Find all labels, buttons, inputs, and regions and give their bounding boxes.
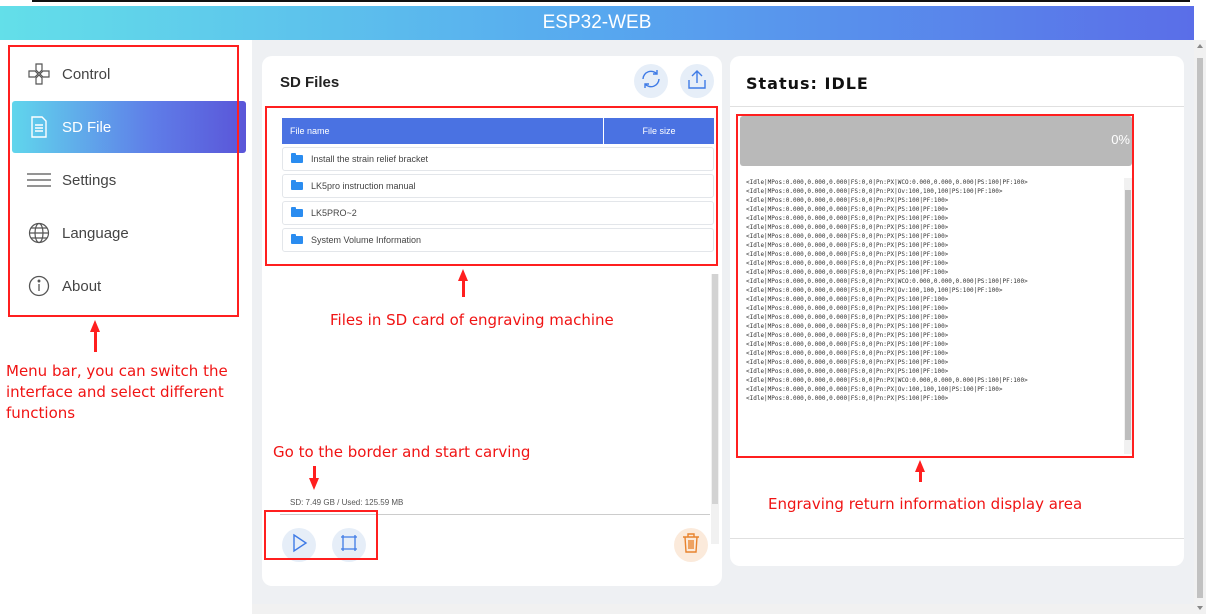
refresh-icon — [640, 68, 662, 95]
scroll-down-arrow[interactable] — [1197, 606, 1203, 610]
annotation-box-files — [265, 106, 718, 266]
trash-icon — [681, 532, 701, 559]
annotation-box-carving — [264, 510, 378, 560]
annotation-files-text: Files in SD card of engraving machine — [330, 311, 614, 329]
upload-icon — [686, 68, 708, 95]
scroll-thumb[interactable] — [1197, 58, 1203, 598]
scroll-up-arrow[interactable] — [1197, 44, 1203, 48]
annotation-line: functions — [6, 404, 76, 422]
annotation-box-menu — [8, 45, 239, 317]
status-title: Status: IDLE — [746, 74, 869, 93]
page-scrollbar[interactable] — [1194, 40, 1206, 614]
annotation-carving-text: Go to the border and start carving — [273, 443, 531, 461]
annotation-log-text: Engraving return information display are… — [768, 495, 1083, 513]
top-rule — [32, 0, 1190, 2]
page: ESP32-WEB Control SD File Settings Langu… — [0, 0, 1206, 614]
scroll-thumb[interactable] — [712, 274, 718, 504]
files-scrollbar[interactable] — [711, 274, 719, 544]
refresh-button[interactable] — [634, 64, 668, 98]
divider — [730, 538, 1184, 539]
app-title: ESP32-WEB — [542, 12, 652, 33]
annotation-menu-text: Menu bar, you can switch the interface a… — [6, 361, 228, 424]
annotation-arrow — [309, 478, 319, 490]
annotation-box-log — [736, 114, 1134, 458]
upload-button[interactable] — [680, 64, 714, 98]
panel-title: SD Files — [280, 74, 340, 91]
divider — [730, 106, 1184, 107]
annotation-line: interface and select different — [6, 383, 224, 401]
annotation-arrow-stem — [462, 279, 465, 297]
annotation-arrow-stem — [919, 470, 922, 482]
annotation-line: Menu bar, you can switch the — [6, 362, 228, 380]
app-header: ESP32-WEB — [0, 6, 1194, 40]
delete-button[interactable] — [674, 528, 708, 562]
annotation-arrow-stem — [94, 330, 97, 352]
horizontal-scrollbar[interactable] — [252, 604, 1194, 614]
sd-usage-info: SD: 7.49 GB / Used: 125.59 MB — [290, 498, 404, 507]
